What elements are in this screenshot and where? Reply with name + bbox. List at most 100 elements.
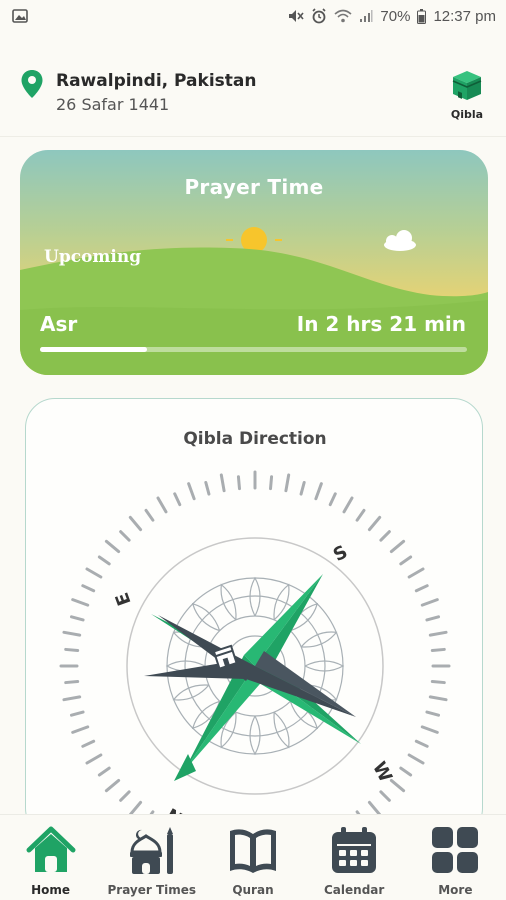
compass-tick [389, 539, 406, 554]
compass-tick [399, 766, 413, 777]
prayer-card-title: Prayer Time [184, 175, 324, 199]
nav-item-prayer-times[interactable]: Prayer Times [101, 815, 202, 900]
compass-tick [328, 492, 337, 507]
compass-tick [428, 695, 448, 702]
nav-item-home[interactable]: Home [0, 815, 101, 900]
compass-tick [97, 766, 111, 777]
prayer-progress-bar [40, 347, 467, 352]
qibla-direction-card: Qibla Direction S E W [25, 398, 483, 838]
home-icon [23, 823, 79, 877]
bottom-navigation: Home Prayer Times Quran Calendar More [0, 814, 506, 900]
compass-tick [128, 800, 143, 817]
compass-tick [428, 630, 448, 637]
compass-tick [430, 680, 446, 685]
compass-tick [156, 496, 168, 514]
compass-tick [204, 480, 211, 496]
ornament-petal [172, 684, 210, 701]
compass-tick [367, 515, 382, 532]
compass-tick [97, 555, 111, 566]
location-name[interactable]: Rawalpindi, Pakistan [56, 71, 256, 91]
compass-tick [367, 800, 382, 817]
compass-tick [71, 598, 90, 607]
nav-label-calendar: Calendar [324, 883, 385, 897]
compass-tick [430, 647, 446, 652]
header: Rawalpindi, Pakistan 26 Safar 1441 Qibla [0, 58, 506, 130]
compass-tick [128, 515, 143, 532]
nav-item-quran[interactable]: Quran [202, 815, 303, 900]
compass-tick [379, 790, 391, 802]
compass-label-east: E [112, 590, 136, 609]
clock-time: 12:37 pm [433, 7, 496, 25]
grid-icon [427, 823, 483, 877]
hijri-date: 26 Safar 1441 [56, 95, 170, 114]
compass-tick [219, 473, 226, 493]
kaaba-icon [450, 68, 484, 106]
compass-tick [85, 753, 103, 765]
header-divider [0, 136, 506, 137]
compass-tick [81, 584, 96, 593]
ornament-petal [273, 711, 290, 749]
compass-tick [119, 530, 131, 542]
compass-tick [104, 778, 121, 793]
compass-tick [71, 725, 90, 734]
nav-label-home: Home [31, 883, 71, 897]
battery-icon [417, 8, 427, 24]
compass-tick [414, 584, 429, 593]
compass-tick [425, 615, 441, 622]
compass-tick [144, 508, 155, 522]
compass-tick [173, 492, 182, 507]
nav-label-prayer-times: Prayer Times [107, 883, 197, 897]
cloud-icon [384, 230, 416, 251]
nav-item-calendar[interactable]: Calendar [304, 815, 405, 900]
compass-tick [62, 630, 82, 637]
nav-label-quran: Quran [232, 883, 274, 897]
ornament-petal [249, 576, 261, 617]
status-bar: 70% 12:37 pm [0, 0, 506, 32]
compass-tick [284, 473, 291, 493]
compass-tick [379, 530, 391, 542]
compass-tick [81, 739, 96, 748]
wifi-icon [334, 9, 352, 23]
ornament-petal [300, 631, 338, 648]
compass-tick [425, 710, 441, 717]
compass-tick [62, 695, 82, 702]
compass-tick [187, 482, 196, 501]
compass-tick [399, 555, 413, 566]
nav-label-more: More [438, 883, 473, 897]
signal-icon [359, 9, 373, 23]
mosque-icon [124, 823, 180, 877]
compass-tick [69, 615, 85, 622]
compass-tick [420, 598, 439, 607]
qibla-needle [144, 615, 356, 717]
compass-tick [414, 739, 429, 748]
compass-tick [64, 647, 80, 652]
compass-label-south: S [330, 541, 351, 566]
mute-icon [288, 9, 305, 23]
compass-tick [407, 753, 425, 765]
qibla-compass[interactable]: S E W N [26, 399, 483, 838]
ornament-petal [304, 660, 345, 672]
upcoming-prayer-name: Asr [40, 312, 78, 336]
nav-item-more[interactable]: More [405, 815, 506, 900]
compass-tick [236, 475, 241, 491]
compass-tick [104, 539, 121, 554]
qibla-button-label: Qibla [450, 108, 484, 121]
compass-tick [299, 480, 306, 496]
ornament-petal [191, 602, 221, 632]
calendar-icon [326, 823, 382, 877]
compass-tick [314, 482, 323, 501]
location-pin-icon [20, 69, 44, 103]
time-remaining: In 2 hrs 21 min [296, 312, 466, 336]
image-icon [12, 9, 28, 23]
compass-tick [407, 567, 425, 579]
compass-tick [389, 778, 406, 793]
compass-tick [69, 710, 85, 717]
ornament-petal [220, 583, 237, 621]
qibla-button[interactable]: Qibla [446, 68, 488, 121]
compass-tick [64, 680, 80, 685]
alarm-icon [311, 8, 327, 24]
compass-tick [119, 790, 131, 802]
prayer-time-card[interactable]: Prayer Time Upcoming Asr In 2 hrs 21 min [20, 150, 488, 375]
upcoming-label: Upcoming [44, 247, 142, 267]
compass-tick [269, 475, 274, 491]
